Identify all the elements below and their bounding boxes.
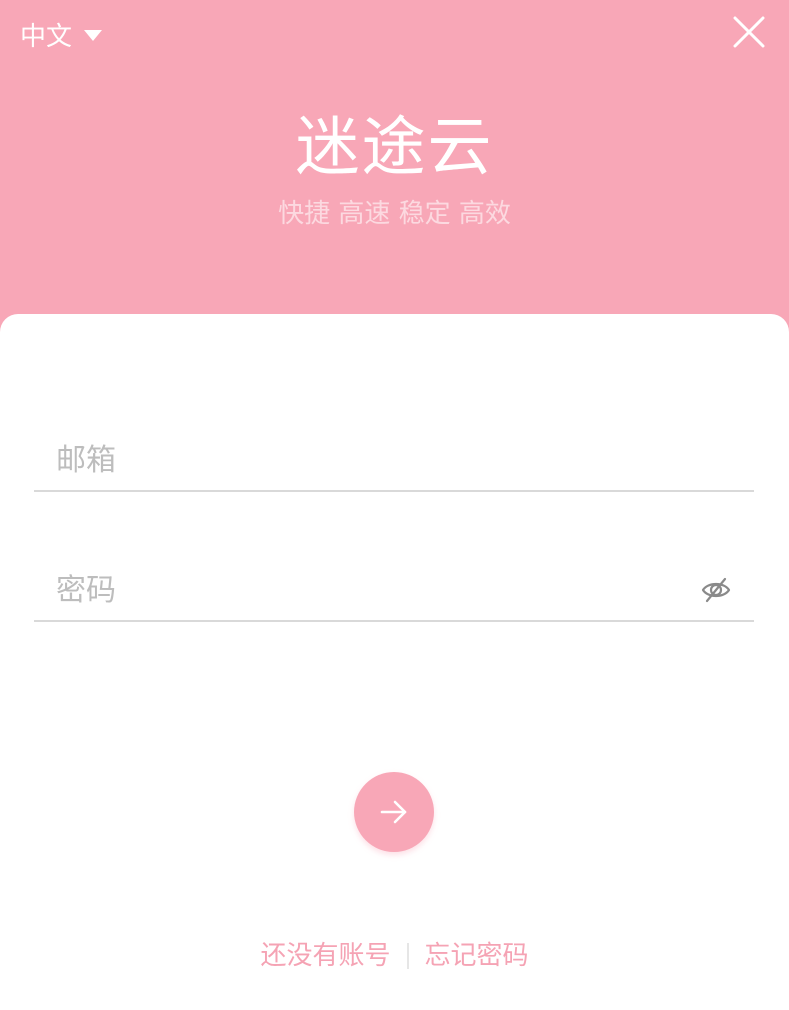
app-subtitle: 快捷 高速 稳定 高效 (278, 199, 511, 229)
password-input[interactable] (56, 560, 676, 620)
email-input[interactable] (56, 430, 676, 490)
forgot-password-link[interactable]: 忘记密码 (425, 938, 529, 974)
email-field-row (34, 430, 754, 492)
language-select[interactable]: 中文 (20, 16, 103, 52)
password-field-row (34, 560, 754, 622)
close-button[interactable] (731, 14, 767, 50)
caret-down-icon (84, 29, 103, 41)
footer-links: 还没有账号 忘记密码 (0, 938, 789, 974)
link-divider (406, 943, 409, 969)
header: 中文 迷途云 快捷 高速 稳定 高效 (0, 0, 789, 330)
eye-off-icon (701, 577, 731, 603)
submit-button[interactable] (354, 772, 434, 852)
close-icon (733, 16, 765, 48)
login-card: 还没有账号 忘记密码 (0, 314, 789, 1010)
language-label: 中文 (20, 21, 73, 52)
register-link[interactable]: 还没有账号 (260, 938, 390, 974)
password-visibility-toggle[interactable] (700, 574, 732, 606)
app-title: 迷途云 (295, 111, 494, 185)
arrow-right-icon (380, 800, 407, 824)
